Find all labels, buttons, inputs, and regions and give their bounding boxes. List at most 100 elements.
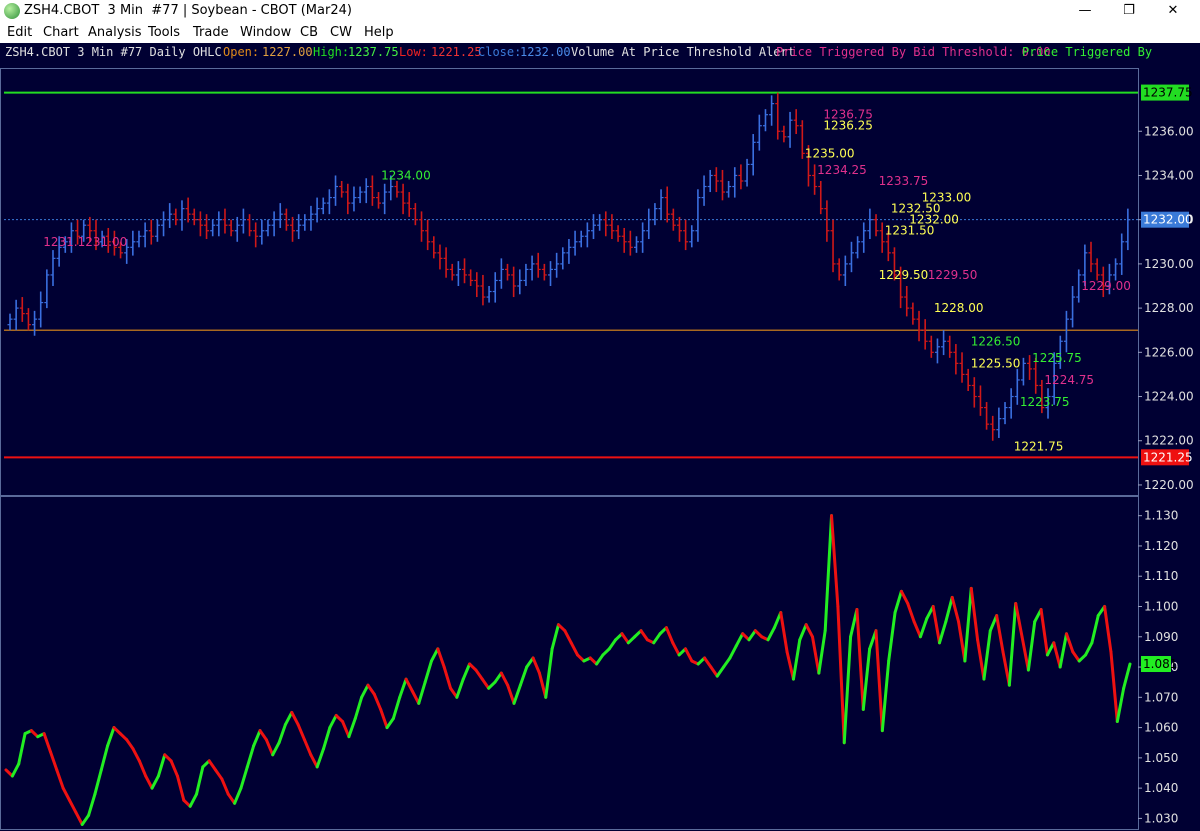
indicator-segment (709, 665, 719, 678)
indicator-segment (639, 629, 649, 642)
menu-tools[interactable]: Tools (148, 25, 180, 40)
indicator-segment (315, 747, 326, 769)
menu-bar: Edit Chart Analysis Tools Trade Window C… (0, 22, 1200, 43)
indicator-segment (283, 710, 294, 727)
indicator-segment (931, 604, 941, 645)
chart-canvas[interactable]: ZSH4.CBOT 3 Min #77 Daily OHLC Open: 122… (0, 43, 1200, 831)
menu-edit[interactable]: Edit (7, 25, 32, 40)
indicator-axis-label: 1.120 (1144, 539, 1178, 553)
indicator-segment (302, 738, 313, 757)
ref-label-close: 1232.00 (1143, 213, 1193, 227)
indicator-segment (55, 768, 65, 790)
indicator-segment (830, 514, 840, 608)
price-level-label: 1229.00 (1081, 279, 1131, 293)
indicator-last-value-label: 1.081 (1143, 657, 1177, 671)
price-level-label: 1226.50 (971, 334, 1021, 348)
header-bid-text: Price Triggered By Bid Threshold: 0.00 (776, 45, 1051, 59)
indicator-segment (1071, 650, 1081, 663)
indicator-segment (893, 589, 903, 615)
indicator-axis-label: 1.060 (1144, 721, 1178, 735)
indicator-segment (366, 683, 376, 696)
price-level-label: 1229.50 (928, 268, 978, 282)
indicator-segment (861, 647, 872, 711)
indicator-segment (106, 726, 116, 748)
price-level-label: 1221.75 (1014, 439, 1064, 453)
indicator-segment (220, 777, 230, 796)
indicator-segment (918, 617, 929, 639)
menu-help[interactable]: Help (364, 25, 394, 40)
indicator-segment (480, 677, 491, 690)
menu-trade[interactable]: Trade (193, 25, 229, 40)
indicator-segment (80, 813, 91, 826)
indicator-segment (404, 677, 414, 693)
indicator-segment (175, 774, 186, 802)
indicator-segment (150, 774, 160, 790)
price-level-label: 1236.25 (823, 119, 873, 133)
restore-button[interactable]: ❐ (1106, 0, 1152, 22)
indicator-segment (563, 629, 573, 645)
indicator-axis-label: 1.100 (1144, 599, 1178, 613)
indicator-segment (87, 792, 97, 817)
indicator-segment (258, 729, 268, 742)
indicator-segment (791, 638, 802, 681)
indicator-segment (1039, 608, 1049, 657)
menu-analysis[interactable]: Analysis (88, 25, 142, 40)
indicator-segment (252, 729, 262, 748)
indicator-segment (42, 732, 52, 754)
indicator-segment (93, 768, 103, 796)
chart-area[interactable]: ZSH4.CBOT 3 Min #77 Daily OHLC Open: 122… (0, 43, 1200, 831)
indicator-segment (1090, 614, 1100, 645)
menu-cw[interactable]: CW (330, 25, 352, 40)
indicator-segment (436, 647, 446, 669)
header-low-label: Low: (399, 45, 428, 59)
menu-cb[interactable]: CB (300, 25, 318, 40)
header-close-label: Close: (478, 45, 521, 59)
indicator-segment (995, 614, 1005, 654)
indicator-segment (855, 608, 865, 711)
price-level-label: 1231.50 (885, 224, 935, 238)
indicator-segment (620, 632, 630, 645)
indicator-axis-label: 1.090 (1144, 630, 1178, 644)
indicator-segment (131, 747, 141, 763)
header-close-value: 1232.00 (520, 45, 571, 59)
menu-window[interactable]: Window (240, 25, 291, 40)
indicator-axis-label: 1.050 (1144, 751, 1178, 765)
indicator-segment (271, 741, 281, 757)
indicator-segment (804, 623, 814, 639)
indicator-segment (1115, 686, 1126, 724)
price-level-label: 1231.1231.00 (43, 235, 127, 249)
price-level-label: 1225.75 (1032, 351, 1082, 365)
indicator-segment (595, 653, 605, 666)
price-level-label: 1228.00 (934, 301, 984, 315)
indicator-axis-label: 1.040 (1144, 781, 1178, 795)
indicator-segment (976, 638, 986, 681)
close-button[interactable]: ✕ (1150, 0, 1196, 22)
indicator-segment (874, 629, 884, 733)
price-axis-label: 1228.00 (1144, 301, 1194, 315)
indicator-segment (1122, 662, 1132, 690)
indicator-segment (779, 611, 789, 654)
indicator-segment (195, 765, 205, 796)
price-level-label: 1234.00 (381, 168, 431, 182)
indicator-segment (214, 768, 224, 781)
price-level-label: 1229.50 (879, 268, 929, 282)
indicator-segment (296, 723, 306, 742)
indicator-segment (817, 629, 827, 675)
indicator-segment (836, 604, 846, 745)
indicator-axis-label: 1.110 (1144, 569, 1178, 583)
menu-chart[interactable]: Chart (43, 25, 79, 40)
indicator-segment (969, 586, 980, 642)
window-title: ZSH4.CBOT 3 Min #77 | Soybean - CBOT (Ma… (24, 3, 352, 18)
indicator-segment (1109, 650, 1119, 724)
indicator-segment (715, 665, 726, 678)
indicator-segment (607, 638, 618, 651)
indicator-segment (341, 720, 351, 739)
indicator-segment (569, 641, 580, 657)
price-level-label: 1225.50 (971, 356, 1021, 370)
price-axis-label: 1220.00 (1144, 478, 1194, 492)
minimize-button[interactable]: — (1062, 0, 1108, 22)
ref-label-high: 1237.75 (1143, 86, 1193, 100)
indicator-segment (125, 738, 135, 751)
price-axis-label: 1236.00 (1144, 124, 1194, 138)
indicator-segment (1020, 635, 1030, 672)
